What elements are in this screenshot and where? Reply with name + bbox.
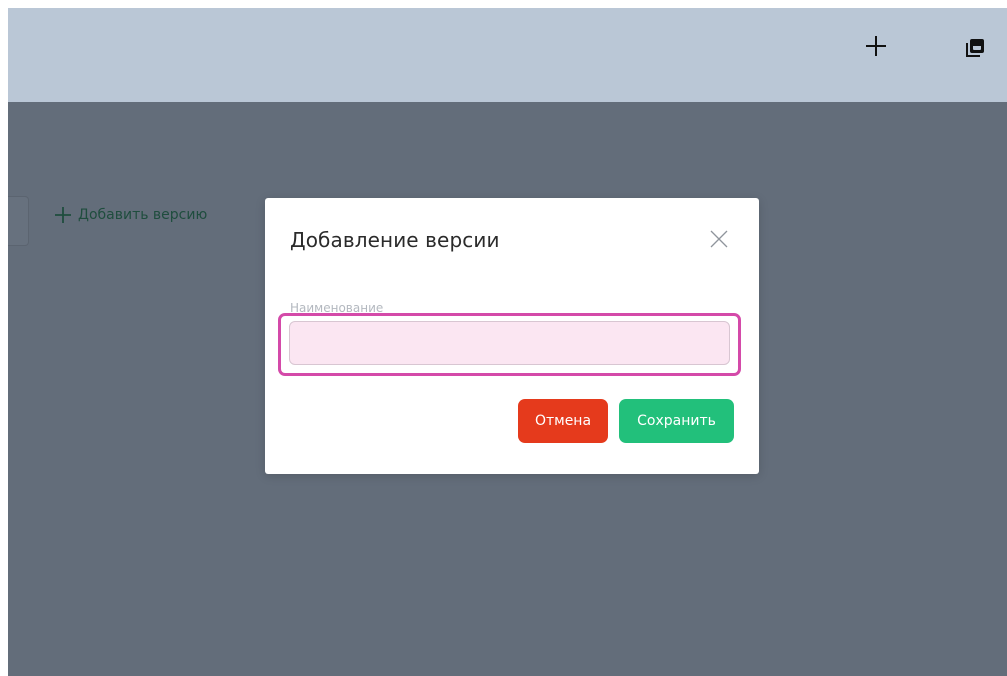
add-version-dialog: Добавление версии Наименование Отмена Со… (265, 198, 759, 474)
name-field-highlight (278, 313, 741, 376)
top-toolbar (8, 8, 1007, 102)
save-button[interactable]: Сохранить (619, 399, 734, 443)
add-version-label: Добавить версию (78, 207, 208, 223)
app-frame: Добавить версию Добавление версии Наимен… (8, 8, 1007, 676)
close-icon[interactable] (709, 229, 729, 249)
add-version-link[interactable]: Добавить версию (54, 206, 207, 224)
collapsed-panel-edge (8, 196, 29, 246)
cancel-button[interactable]: Отмена (518, 399, 608, 443)
dialog-title: Добавление версии (290, 228, 500, 252)
plus-icon (54, 206, 72, 224)
plus-icon[interactable] (864, 34, 888, 58)
copy-icon[interactable] (963, 36, 987, 60)
name-input[interactable] (289, 321, 730, 365)
